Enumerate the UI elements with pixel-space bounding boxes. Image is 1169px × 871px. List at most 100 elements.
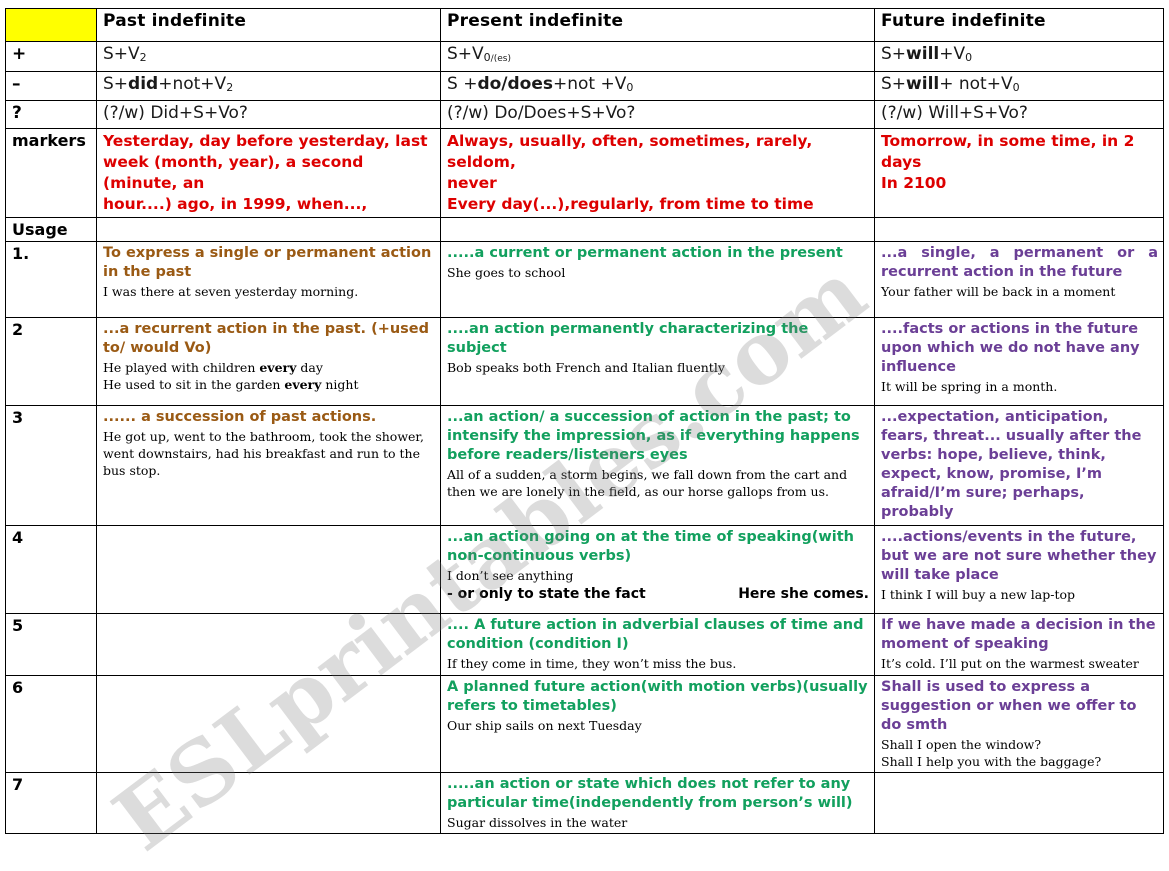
usage-cell-present: .....an action or state which does not r… (440, 772, 875, 834)
usage-row-number: 2 (5, 317, 97, 406)
formula-future-affirmative: S+will+V0 (874, 41, 1164, 72)
usage-example: All of a sudden, a storm begins, we fall… (447, 467, 848, 499)
usage-example: She goes to school (447, 265, 566, 280)
usage-example: Our ship sails on next Tuesday (447, 718, 642, 733)
markers-row: markers Yesterday, day before yesterday,… (5, 128, 1164, 218)
formula-past-affirmative: S+V2 (96, 41, 441, 72)
sign-negative: – (5, 71, 97, 101)
usage-row-number: 3 (5, 405, 97, 526)
usage-head: .....a current or permanent action in th… (447, 245, 843, 261)
usage-cell-present: ....an action permanently characterizing… (440, 317, 875, 406)
usage-cell-future: ....actions/events in the future, but we… (874, 525, 1164, 614)
usage-row: 4 ...an action going on at the time of sp… (5, 525, 1164, 614)
usage-fact-line: - or only to state the fact Here she come… (447, 586, 869, 603)
usage-head: ...... a succession of past actions. (103, 409, 377, 425)
markers-future: Tomorrow, in some time, in 2 days In 2100 (874, 128, 1164, 218)
usage-row: 3 ...... a succession of past actions. He … (5, 405, 1164, 526)
usage-example: Sugar dissolves in the water (447, 815, 628, 830)
sign-affirmative: + (5, 41, 97, 72)
formula-future-negative: S+will+ not+V0 (874, 71, 1164, 101)
usage-fact-left: - or only to state the fact (447, 586, 646, 602)
usage-cell-future: ....facts or actions in the future upon … (874, 317, 1164, 406)
usage-row-number: 4 (5, 525, 97, 614)
usage-example: Bob speaks both French and Italian fluen… (447, 360, 725, 375)
tenses-comparison-table: Past indefinite Present indefinite Futur… (5, 8, 1164, 834)
header-future-indefinite: Future indefinite (874, 8, 1164, 42)
usage-cell-present: ...an action/ a succession of action in … (440, 405, 875, 526)
usage-head: ...a single, a permanent or a recurrent … (881, 245, 1158, 280)
usage-head: ....facts or actions in the future upon … (881, 321, 1140, 375)
grammar-table-sheet: Past indefinite Present indefinite Futur… (5, 8, 1164, 834)
usage-row: 2 ...a recurrent action in the past. (+us… (5, 317, 1164, 406)
usage-example: He got up, went to the bathroom, took th… (103, 429, 424, 478)
formula-present-negative: S +do/does+not +V0 (440, 71, 875, 101)
formula-past-question: (?/w) Did+S+Vo? (96, 100, 441, 129)
usage-head: ...a recurrent action in the past. (+use… (103, 321, 430, 356)
usage-label-row: Usage (5, 217, 1164, 242)
usage-example: Your father will be back in a moment (881, 284, 1116, 299)
header-present-indefinite: Present indefinite (440, 8, 875, 42)
usage-head: ....actions/events in the future, but we… (881, 529, 1157, 583)
usage-cell-past: ...a recurrent action in the past. (+use… (96, 317, 441, 406)
usage-example: I don’t see anything (447, 568, 574, 583)
form-row-negative: – S+did+not+V2 S +do/does+not +V0 S+will… (5, 71, 1164, 101)
usage-row-number: 1. (5, 241, 97, 318)
usage-head: If we have made a decision in the moment… (881, 617, 1156, 652)
usage-example: Shall I help you with the baggage? (881, 754, 1102, 769)
usage-cell-past (96, 525, 441, 614)
usage-example: He played with children every day (103, 360, 323, 375)
usage-cell-future: ...expectation, anticipation, fears, thr… (874, 405, 1164, 526)
form-row-question: ? (?/w) Did+S+Vo? (?/w) Do/Does+S+Vo? (?… (5, 100, 1164, 129)
usage-cell-present: .....a current or permanent action in th… (440, 241, 875, 318)
markers-label: markers (5, 128, 97, 218)
usage-head: .....an action or state which does not r… (447, 776, 853, 811)
markers-present: Always, usually, often, sometimes, rarel… (440, 128, 875, 218)
formula-present-affirmative: S+V0/(es) (440, 41, 875, 72)
usage-example: It will be spring in a month. (881, 379, 1058, 394)
header-past-indefinite: Past indefinite (96, 8, 441, 42)
usage-cell-past (96, 772, 441, 834)
usage-head: ...an action going on at the time of spe… (447, 529, 854, 564)
usage-row-number: 6 (5, 675, 97, 773)
usage-label: Usage (5, 217, 97, 242)
usage-row-number: 7 (5, 772, 97, 834)
form-row-affirmative: + S+V2 S+V0/(es) S+will+V0 (5, 41, 1164, 72)
usage-label-past-empty (96, 217, 441, 242)
usage-row: 6 A planned future action(with motion ver… (5, 675, 1164, 773)
usage-label-future-empty (874, 217, 1164, 242)
usage-cell-future: Shall is used to express a suggestion or… (874, 675, 1164, 773)
sign-question: ? (5, 100, 97, 129)
usage-label-present-empty (440, 217, 875, 242)
formula-present-question: (?/w) Do/Does+S+Vo? (440, 100, 875, 129)
usage-row: 7 .....an action or state which does not … (5, 772, 1164, 834)
usage-head: .... A future action in adverbial clause… (447, 617, 864, 652)
usage-example: It’s cold. I’ll put on the warmest sweat… (881, 656, 1139, 671)
usage-cell-future: If we have made a decision in the moment… (874, 613, 1164, 676)
usage-fact-right: Here she comes. (738, 586, 869, 602)
table-header-row: Past indefinite Present indefinite Futur… (5, 8, 1164, 42)
usage-cell-past (96, 675, 441, 773)
usage-head: To express a single or permanent action … (103, 245, 432, 280)
usage-cell-past: ...... a succession of past actions. He g… (96, 405, 441, 526)
usage-cell-past (96, 613, 441, 676)
usage-cell-present: A planned future action(with motion verb… (440, 675, 875, 773)
markers-past: Yesterday, day before yesterday, last wee… (96, 128, 441, 218)
usage-example: Shall I open the window? (881, 737, 1042, 752)
usage-head: A planned future action(with motion verb… (447, 679, 868, 714)
usage-example: I think I will buy a new lap-top (881, 587, 1076, 602)
usage-row-number: 5 (5, 613, 97, 676)
usage-head: Shall is used to express a suggestion or… (881, 679, 1137, 733)
usage-cell-future: ...a single, a permanent or a recurrent … (874, 241, 1164, 318)
formula-past-negative: S+did+not+V2 (96, 71, 441, 101)
usage-head: ...an action/ a succession of action in … (447, 409, 860, 463)
usage-example: If they come in time, they won’t miss th… (447, 656, 737, 671)
usage-cell-past: To express a single or permanent action … (96, 241, 441, 318)
header-corner-cell (5, 8, 97, 42)
formula-future-question: (?/w) Will+S+Vo? (874, 100, 1164, 129)
usage-row: 1. To express a single or permanent actio… (5, 241, 1164, 318)
usage-head: ...expectation, anticipation, fears, thr… (881, 409, 1142, 520)
usage-example: I was there at seven yesterday morning. (103, 284, 359, 299)
usage-cell-present: .... A future action in adverbial clause… (440, 613, 875, 676)
usage-head: ....an action permanently characterizing… (447, 321, 809, 356)
usage-cell-present: ...an action going on at the time of spe… (440, 525, 875, 614)
